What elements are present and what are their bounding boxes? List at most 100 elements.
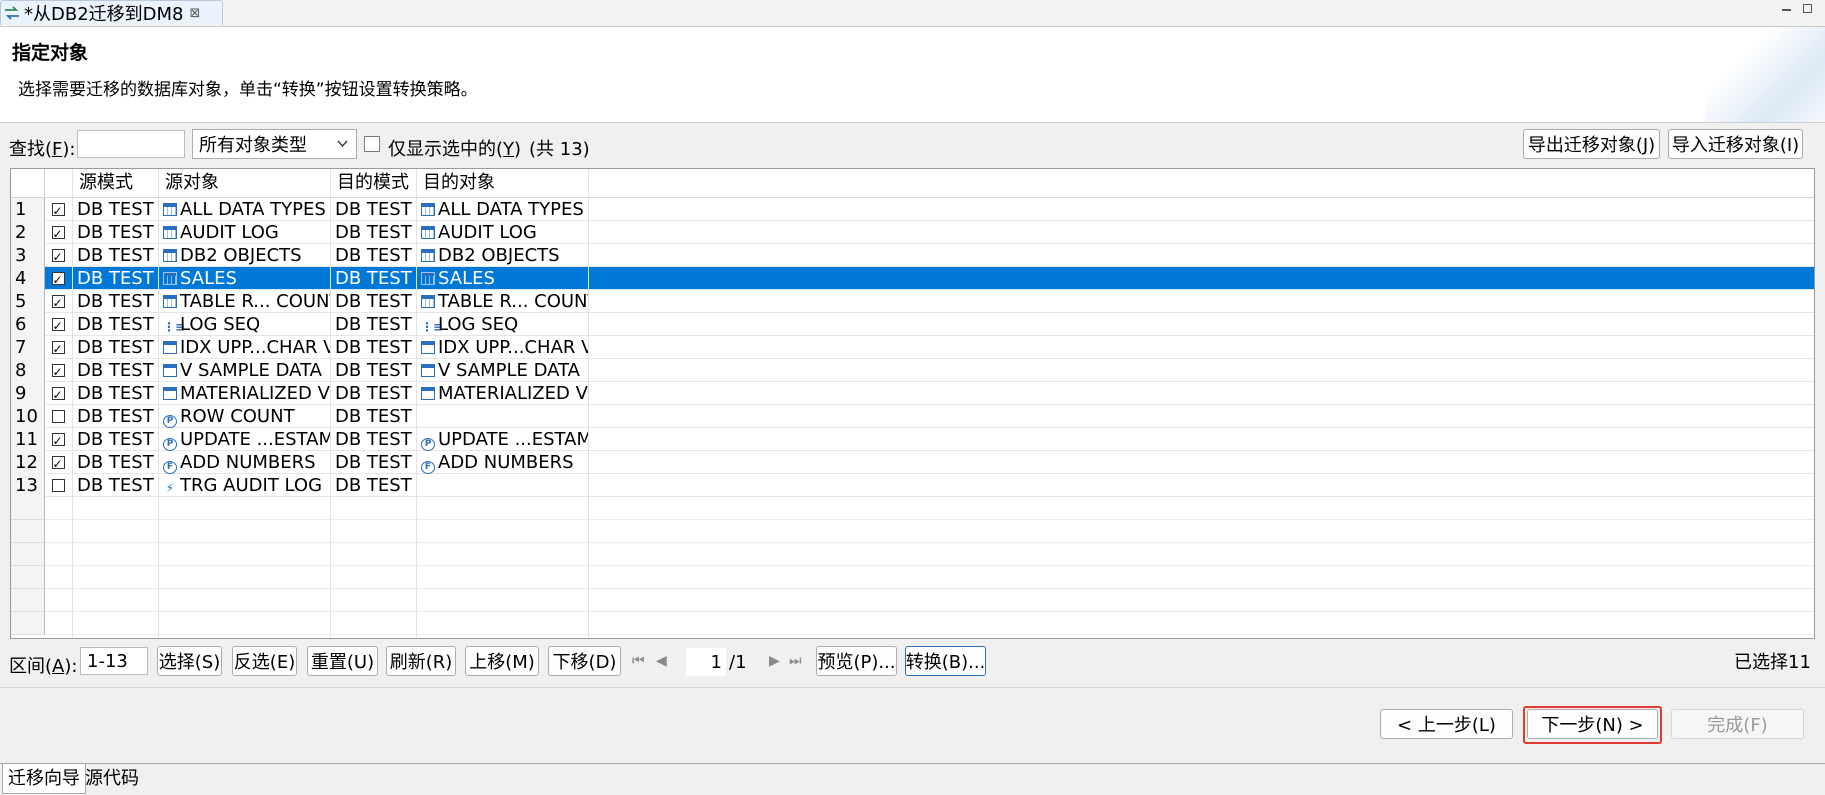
move-up-button[interactable]: 上移(M) [465,646,539,676]
find-input[interactable] [77,130,185,158]
filter-bar: 查找(F): 所有对象类型 仅显示选中的(Y) (共 13) 导出迁移对象(J)… [0,124,1825,166]
source-schema-cell: DB TEST [77,475,154,496]
row-checkbox[interactable] [45,359,71,382]
editor-tab-title: *从DB2迁移到DM8 [24,4,184,25]
view-icon [421,364,435,377]
target-schema-cell: DB TEST [335,406,412,427]
target-object-cell-text: LOG SEQ [438,314,519,335]
source-schema-cell: DB TEST [77,222,154,243]
target-object-cell: TABLE R... COUNT [417,290,589,313]
export-objects-button[interactable]: 导出迁移对象(J) [1523,129,1660,159]
table-row[interactable]: 8 DB TEST V SAMPLE DATA DB TEST V SAMPLE DAT… [11,359,1814,382]
invert-selection-button[interactable]: 反选(E) [232,646,297,676]
procedure-icon: P [421,438,435,451]
table-row[interactable]: 3 DB TEST DB2 OBJECTS DB TEST DB2 OBJECTS [11,244,1814,267]
row-checkbox[interactable] [45,405,71,428]
range-label: 区间(A): [9,656,78,677]
checkbox-checked-icon [51,338,65,359]
table-row[interactable]: 9DB TESTMATERIALIZED VIEWDB TESTMATERIAL… [11,382,1814,405]
target-object-cell-text: IDX UPP...CHAR V [438,337,589,358]
column-target-schema[interactable]: 目的模式 [331,169,417,197]
tab-source-code[interactable]: 源代码 [80,764,144,794]
preview-button[interactable]: 预览(P)... [816,646,897,676]
table-row[interactable]: 10 DB TEST P ROW COUNT DB TEST [11,405,1814,428]
maximize-icon[interactable] [1803,4,1812,13]
page-total: /1 [729,652,747,673]
trigger-icon: ⚡ [165,481,175,495]
table-row[interactable]: 1 DB TEST ALL DATA TYPES DB TEST ALL DATA TY… [11,198,1814,221]
prev-page-icon[interactable]: ◀ [656,653,667,669]
first-page-icon[interactable]: ⏮ [632,653,645,669]
source-object-cell: DB2 OBJECTS [159,244,331,267]
column-source-schema[interactable]: 源模式 [73,169,159,197]
convert-button[interactable]: 转换(B)... [905,646,986,676]
source-object-cell-text: IDX UPP...CHAR V [180,337,331,358]
source-object-cell: ALL DATA TYPES [159,198,331,221]
row-checkbox[interactable] [45,290,71,313]
refresh-button[interactable]: 刷新(R) [386,646,456,676]
minimize-icon[interactable] [1780,2,1794,16]
table-row[interactable]: 12DB TESTFADD NUMBERSDB TESTFADD NUMBERS [11,451,1814,474]
table-row[interactable]: 5DB TESTTABLE R... COUNTDB TESTTABLE R..… [11,290,1814,313]
row-checkbox[interactable] [45,474,71,497]
select-button[interactable]: 选择(S) [157,646,222,676]
row-checkbox[interactable] [45,313,71,336]
last-page-icon[interactable]: ⏭ [789,653,802,669]
back-button[interactable]: < 上一步(L) [1380,709,1513,739]
empty-row-gutter [11,589,45,612]
row-checkbox[interactable] [45,451,71,474]
show-selected-label[interactable]: 仅显示选中的(Y) [388,135,521,161]
column-target-object[interactable]: 目的对象 [417,169,589,197]
source-object-cell-text: AUDIT LOG [180,222,279,243]
sequence-icon: ⋮≡ [163,320,186,334]
table-row[interactable]: 13 DB TEST ⚡ TRG AUDIT LOG DB TEST [11,474,1814,497]
range-input[interactable]: 1-13 [80,647,148,675]
row-checkbox[interactable] [45,382,71,405]
row-checkbox[interactable] [45,336,71,359]
page-number-input[interactable]: 1 [686,648,726,676]
row-number: 12 [11,451,45,474]
row-number: 6 [11,313,45,336]
object-type-select-value: 所有对象类型 [199,135,307,156]
editor-tab[interactable]: *从DB2迁移到DM8 ⊠ [0,0,223,25]
move-down-button[interactable]: 下移(D) [548,646,621,676]
import-objects-button[interactable]: 导入迁移对象(I) [1668,129,1803,159]
column-divider [330,169,331,638]
close-icon[interactable]: ⊠ [190,6,201,21]
header-rownum [11,169,45,197]
table-row[interactable]: 7DB TESTIDX UPP...CHAR VDB TESTIDX UPP..… [11,336,1814,359]
row-checkbox[interactable] [45,244,71,267]
target-object-cell: MATERIALIZED VIEW [417,382,589,405]
row-number: 4 [11,267,45,290]
next-page-icon[interactable]: ▶ [769,653,780,669]
finish-button[interactable]: 完成(F) [1671,709,1804,739]
objects-table: 源模式 源对象 目的模式 目的对象 1 DB TEST ALL DATA TYPES… [10,168,1815,639]
row-checkbox[interactable] [45,428,71,451]
source-schema-cell: DB TEST [77,199,154,220]
target-object-cell: ALL DATA TYPES [417,198,589,221]
table-body: 1 DB TEST ALL DATA TYPES DB TEST ALL DATA TY… [11,169,1814,638]
view-icon [421,387,435,400]
target-object-cell: V SAMPLE DATA [417,359,589,382]
target-object-cell-text: TABLE R... COUNT [438,291,589,312]
table-row[interactable]: 2 DB TEST AUDIT LOG DB TEST AUDIT LOG [11,221,1814,244]
tab-migration-wizard[interactable]: 迁移向导 [2,764,86,794]
table-row[interactable]: 6DB TEST⋮≡LOG SEQDB TEST⋮≡LOG SEQ [11,313,1814,336]
reset-button[interactable]: 重置(U) [307,646,378,676]
show-selected-checkbox[interactable] [364,136,380,152]
row-checkbox[interactable] [45,221,71,244]
row-checkbox[interactable] [45,267,71,290]
source-object-cell-text: TRG AUDIT LOG [180,475,323,496]
object-type-select[interactable]: 所有对象类型 [192,129,357,159]
migrate-arrows-icon [5,6,19,20]
view-icon [163,341,177,354]
next-button[interactable]: 下一步(N) > [1527,709,1658,739]
source-schema-cell: DB TEST [77,429,154,450]
row-checkbox[interactable] [45,198,71,221]
table-icon [421,272,435,285]
table-row[interactable]: 11DB TESTPUPDATE ...ESTAMPDB TESTPUPDATE… [11,428,1814,451]
table-row[interactable]: 4 DB TEST SALES DB TEST SALES [11,267,1814,290]
target-schema-cell: DB TEST [335,314,412,335]
column-source-object[interactable]: 源对象 [159,169,331,197]
source-object-cell: F ADD NUMBERS [159,451,331,474]
